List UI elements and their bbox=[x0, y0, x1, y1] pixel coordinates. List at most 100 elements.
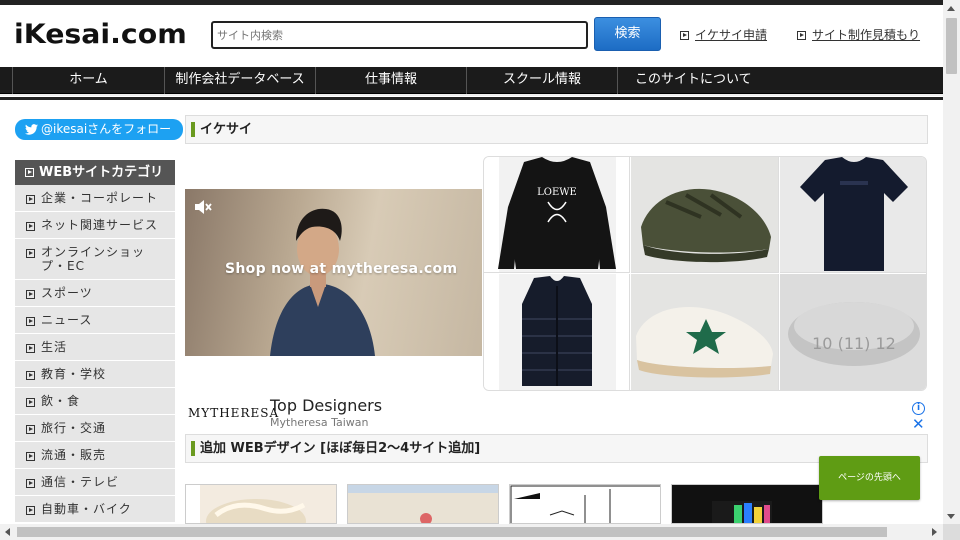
mute-icon[interactable] bbox=[193, 198, 213, 216]
section-header-ikesai: イケサイ bbox=[185, 115, 928, 144]
vertical-scroll-thumb[interactable] bbox=[946, 18, 957, 74]
section-title: 追加 WEBデザイン [ほぼ毎日2〜4サイト追加] bbox=[200, 441, 481, 456]
sidebar-item-food[interactable]: 飲・食 bbox=[15, 388, 175, 415]
sidebar-item-label: 生活 bbox=[41, 340, 68, 354]
arrow-box-icon bbox=[26, 195, 35, 204]
sidebar-item-sports[interactable]: スポーツ bbox=[15, 280, 175, 307]
scroll-left-icon[interactable] bbox=[5, 528, 10, 536]
sidebar-item-online-shop[interactable]: オンラインショップ・EC bbox=[15, 239, 175, 280]
section-accent-bar bbox=[191, 441, 195, 456]
estimate-link-label: サイト制作見積もり bbox=[812, 28, 921, 42]
sidebar-item-life[interactable]: 生活 bbox=[15, 334, 175, 361]
estimate-link[interactable]: サイト制作見積もり bbox=[797, 26, 920, 43]
nav-about[interactable]: このサイトについて bbox=[617, 67, 943, 94]
nav-home[interactable]: ホーム bbox=[12, 67, 164, 94]
sidebar-item-net-services[interactable]: ネット関連サービス bbox=[15, 212, 175, 239]
nav-company-db[interactable]: 制作会社データベース bbox=[164, 67, 315, 94]
arrow-box-icon bbox=[26, 506, 35, 515]
sidebar-item-automotive[interactable]: 自動車・バイク bbox=[15, 496, 175, 523]
nav-underline bbox=[0, 94, 943, 100]
horizontal-scroll-thumb[interactable] bbox=[17, 527, 887, 537]
arrow-box-icon bbox=[26, 290, 35, 299]
sidebar-item-label: 企業・コーポレート bbox=[41, 191, 159, 205]
arrow-box-icon bbox=[680, 31, 689, 40]
ad-product-tshirt[interactable] bbox=[780, 157, 926, 273]
sweater-image: LOEWE bbox=[498, 157, 616, 272]
top-border bbox=[0, 0, 943, 5]
thumbnail-image bbox=[348, 485, 498, 523]
sidebar-item-retail[interactable]: 流通・販売 bbox=[15, 442, 175, 469]
sidebar-item-label: スポーツ bbox=[41, 286, 93, 300]
nav-jobs[interactable]: 仕事情報 bbox=[315, 67, 466, 94]
arrow-box-icon bbox=[26, 249, 35, 258]
sidebar-item-news[interactable]: ニュース bbox=[15, 307, 175, 334]
ad-product-sweater[interactable]: LOEWE bbox=[484, 157, 630, 273]
ad-close-icon[interactable]: ✕ bbox=[912, 417, 925, 432]
main-nav: ホーム 制作会社データベース 仕事情報 スクール情報 このサイトについて bbox=[0, 67, 943, 94]
sidebar-item-label: 教育・学校 bbox=[41, 367, 107, 381]
scrollbar-corner bbox=[943, 524, 960, 540]
sidebar-heading: WEBサイトカテゴリ bbox=[15, 160, 175, 185]
section-accent-bar bbox=[191, 122, 195, 137]
twitter-bird-icon bbox=[25, 124, 38, 135]
scroll-up-icon[interactable] bbox=[947, 6, 955, 11]
thumbnail-image bbox=[712, 501, 772, 523]
sidebar-item-corporate[interactable]: 企業・コーポレート bbox=[15, 185, 175, 212]
apply-link[interactable]: イケサイ申請 bbox=[680, 26, 767, 43]
sidebar-item-label: オンラインショップ・EC bbox=[41, 245, 146, 273]
sidebar-item-label: 流通・販売 bbox=[41, 448, 107, 462]
page: { "header": { "logo": "iKesai.com", "sea… bbox=[0, 0, 960, 540]
ad-banner-video[interactable]: Shop now at mytheresa.com bbox=[185, 189, 482, 356]
arrow-box-icon bbox=[797, 31, 806, 40]
thumbnail-image bbox=[510, 485, 660, 523]
nav-schools[interactable]: スクール情報 bbox=[466, 67, 617, 94]
tshirt-image bbox=[800, 157, 908, 271]
sidebar-heading-label: WEBサイトカテゴリ bbox=[39, 165, 164, 180]
sidebar-item-label: ネット関連サービス bbox=[41, 218, 159, 232]
ad-product-sneaker-green[interactable] bbox=[631, 157, 779, 273]
page-top-button[interactable]: ページの先頭へ bbox=[819, 456, 920, 500]
vest-image bbox=[499, 274, 616, 390]
twitter-follow-label: @ikesaiさんをフォロー bbox=[41, 122, 172, 136]
site-thumbnail[interactable] bbox=[347, 484, 499, 524]
horizontal-scrollbar[interactable] bbox=[0, 524, 943, 540]
sidebar-item-label: 飲・食 bbox=[41, 394, 81, 408]
arrow-box-icon bbox=[26, 452, 35, 461]
star-sneaker-image bbox=[636, 307, 773, 378]
sidebar-item-telecom[interactable]: 通信・テレビ bbox=[15, 469, 175, 496]
site-thumbnail[interactable] bbox=[509, 484, 661, 524]
ring-image: 10 (11) 12 bbox=[788, 302, 920, 366]
site-thumbnail[interactable] bbox=[185, 484, 337, 524]
site-logo[interactable]: iKesai.com bbox=[14, 19, 187, 51]
ring-engraving-text: 10 (11) 12 bbox=[812, 334, 896, 353]
ad-info-icon[interactable]: i bbox=[912, 402, 925, 415]
ad-banner-text: Shop now at mytheresa.com bbox=[225, 261, 458, 277]
section-title: イケサイ bbox=[200, 122, 253, 137]
ad-subtitle: Mytheresa Taiwan bbox=[270, 416, 369, 429]
search-input[interactable] bbox=[211, 21, 588, 49]
arrow-box-icon bbox=[26, 317, 35, 326]
arrow-box-icon bbox=[26, 425, 35, 434]
ad-brand[interactable]: MYTHERESA bbox=[188, 406, 279, 420]
sidebar-item-label: ニュース bbox=[41, 313, 93, 327]
twitter-follow-button[interactable]: @ikesaiさんをフォロー bbox=[15, 119, 183, 140]
vertical-scrollbar[interactable] bbox=[943, 0, 960, 524]
scroll-down-icon[interactable] bbox=[947, 514, 955, 519]
scroll-right-icon[interactable] bbox=[932, 528, 937, 536]
ad-product-sneaker-star[interactable] bbox=[631, 274, 779, 390]
apply-link-label: イケサイ申請 bbox=[695, 28, 768, 42]
search-button[interactable]: 検索 bbox=[594, 17, 661, 51]
thumbnail-image bbox=[186, 485, 306, 523]
sidebar: WEBサイトカテゴリ 企業・コーポレート ネット関連サービス オンラインショップ… bbox=[15, 160, 175, 523]
site-thumbnail[interactable] bbox=[671, 484, 823, 524]
section-header-added-designs: 追加 WEBデザイン [ほぼ毎日2〜4サイト追加] bbox=[185, 434, 928, 463]
ad-product-vest[interactable] bbox=[484, 274, 630, 390]
ad-product-ring[interactable]: 10 (11) 12 bbox=[780, 274, 926, 390]
ad-product-grid: LOEWE 10 (11) 12 bbox=[483, 156, 927, 391]
sidebar-item-travel[interactable]: 旅行・交通 bbox=[15, 415, 175, 442]
ad-title[interactable]: Top Designers bbox=[270, 396, 382, 415]
sidebar-item-label: 通信・テレビ bbox=[41, 475, 120, 489]
arrow-box-icon bbox=[26, 344, 35, 353]
sidebar-item-education[interactable]: 教育・学校 bbox=[15, 361, 175, 388]
arrow-box-icon bbox=[26, 371, 35, 380]
